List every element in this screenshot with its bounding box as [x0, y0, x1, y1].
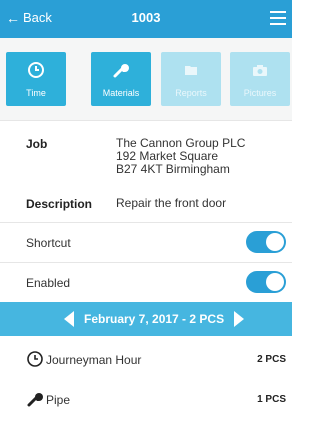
item-label: Pipe — [46, 393, 71, 407]
tile-pictures-label: Pictures — [243, 88, 277, 98]
shortcut-label: Shortcut — [26, 236, 71, 250]
page-title: 1003 — [131, 10, 161, 25]
enabled-toggle[interactable] — [246, 271, 286, 293]
hamburger-menu-icon[interactable] — [270, 11, 286, 25]
job-line-3: B27 4KT Birmingham — [116, 162, 230, 176]
tile-reports[interactable]: Reports — [161, 52, 221, 106]
job-label: Job — [26, 137, 48, 151]
description-label: Description — [26, 197, 93, 211]
clock-icon — [26, 350, 44, 368]
shortcut-toggle[interactable] — [246, 231, 286, 253]
list-item[interactable]: Pipe 1 PCS — [0, 380, 292, 420]
clock-icon — [6, 61, 66, 79]
enabled-label: Enabled — [26, 276, 71, 290]
tile-time[interactable]: Time — [6, 52, 66, 106]
toggle-row-shortcut: Shortcut — [0, 222, 292, 263]
tile-materials-label: Materials — [102, 88, 140, 98]
date-label: February 7, 2017 - 2 PCS — [84, 312, 225, 326]
tile-bar: Time Materials Reports Pictures — [0, 38, 292, 120]
tile-pictures[interactable]: Pictures — [230, 52, 290, 106]
tile-materials[interactable]: Materials — [91, 52, 151, 106]
job-value: The Cannon Group PLC 192 Market Square B… — [116, 137, 245, 176]
app-header: ← Back 1003 — [0, 0, 292, 38]
tile-time-label: Time — [26, 88, 46, 98]
next-date-icon[interactable] — [234, 311, 244, 327]
folder-icon — [161, 61, 221, 79]
previous-date-icon[interactable] — [64, 311, 74, 327]
job-info: Job The Cannon Group PLC 192 Market Squa… — [0, 120, 292, 221]
camera-icon — [230, 61, 290, 79]
item-quantity: 1 PCS — [257, 394, 286, 405]
list-item[interactable]: Journeyman Hour 2 PCS — [0, 340, 292, 380]
tile-reports-label: Reports — [175, 88, 207, 98]
toggle-row-enabled: Enabled — [0, 262, 292, 303]
date-navigator: February 7, 2017 - 2 PCS — [0, 302, 292, 336]
item-label: Journeyman Hour — [46, 353, 142, 367]
description-value: Repair the front door — [116, 196, 227, 210]
item-quantity: 2 PCS — [257, 354, 286, 365]
wrench-icon — [26, 390, 44, 408]
wrench-icon — [91, 61, 151, 79]
